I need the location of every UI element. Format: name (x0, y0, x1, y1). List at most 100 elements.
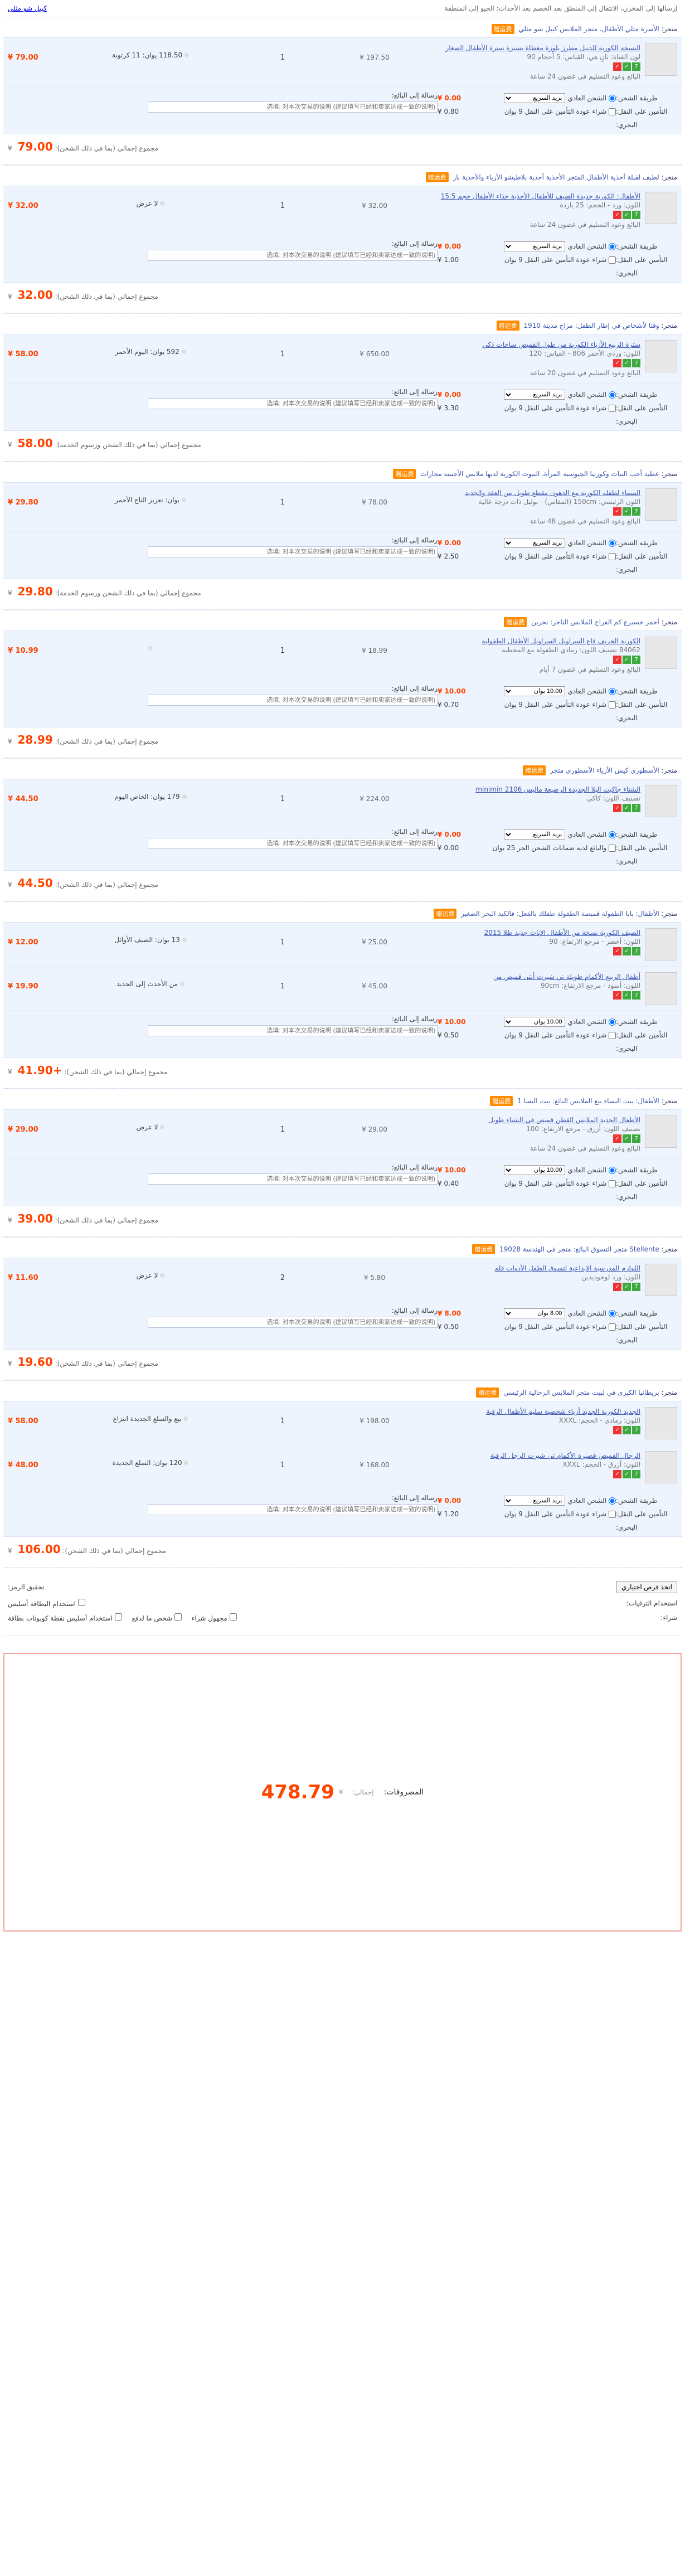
message-input[interactable] (148, 1504, 438, 1515)
promotion-select[interactable]: 179 يوان: الخاص اليوم (114, 793, 179, 801)
insurance-checkbox[interactable] (609, 1323, 616, 1331)
pay-for-option[interactable]: شخص ما لدفع (132, 1613, 182, 1622)
anon-checkbox[interactable] (229, 1613, 237, 1621)
message-input[interactable] (148, 1173, 438, 1185)
ship-radio[interactable] (609, 1309, 616, 1317)
promotion-select[interactable]: من الأحدث إلى الجديد (116, 980, 178, 988)
insurance-label: التأمين على النقل: (616, 1323, 668, 1331)
ship-method-select[interactable]: بريد السريع (504, 1496, 566, 1506)
ship-method-select[interactable]: 8.00 يوان (504, 1308, 566, 1318)
promotion-select[interactable]: يوان: تعزيز التاج الأحمر (115, 496, 179, 504)
product-title[interactable]: الشتاء جاكيت البلا الجديدة الرضيعة ماليس… (475, 785, 640, 793)
insurance-checkbox[interactable] (609, 256, 616, 264)
shop-name[interactable]: الأسطوري كيس الأزياء الأسطوري متجر (550, 767, 659, 774)
product-title[interactable]: الجديد الكورية الجديد أزياء شخصية سليم ا… (486, 1408, 640, 1415)
product-title[interactable]: النسخة الكورية للدنيل مطرز بلوزة مغطاة ب… (446, 44, 640, 52)
tick-option[interactable]: استخدام أسليس نقطة كوبونات بطاقة (8, 1613, 122, 1622)
insurance-checkbox[interactable] (609, 552, 616, 560)
tag-icon: ✓ (623, 507, 631, 516)
ship-method-select[interactable]: بريد السريع (504, 829, 566, 840)
sea-label: البحري: (616, 1336, 638, 1344)
message-input[interactable] (148, 398, 438, 409)
promotion-select[interactable]: 592 يوان: اليوم الأحمر (115, 348, 179, 356)
shop-name[interactable]: وقتا لأشخاص في إطار الطفل: مزاج مدينة 19… (523, 322, 659, 329)
insurance-checkbox[interactable] (609, 1510, 616, 1518)
promotion-select[interactable]: 120 يوان: السلع الجديدة (113, 1459, 182, 1467)
insurance-checkbox[interactable] (609, 1031, 616, 1039)
product-thumbnail[interactable] (645, 637, 677, 669)
ship-method-select[interactable]: 10.00 يوان (504, 686, 566, 696)
coupon-button[interactable]: اتخذ فرص اختياري (616, 1581, 677, 1593)
insurance-checkbox[interactable] (609, 844, 616, 852)
product-thumbnail[interactable] (645, 340, 677, 372)
pay-for-checkbox[interactable] (174, 1613, 182, 1621)
insurance-checkbox[interactable] (609, 404, 616, 412)
product-thumbnail[interactable] (645, 488, 677, 521)
product-thumbnail[interactable] (645, 1451, 677, 1483)
ship-radio[interactable] (609, 1018, 616, 1026)
ship-radio[interactable] (609, 1497, 616, 1505)
product-title[interactable]: أطفال الربيع الأكمام طويلة تي شيرت أنثى … (493, 973, 640, 981)
ship-method-select[interactable]: بريد السريع (504, 93, 566, 103)
shop-name[interactable]: الأطفال: بابا الطفولة قميصة الطفولة طفلك… (461, 910, 659, 918)
points-checkbox[interactable] (77, 1599, 85, 1606)
points-option[interactable]: استخدام البطاقة أسليس (8, 1599, 85, 1608)
product-title[interactable]: سترة الربيع الأزياء الكورية من طول القمي… (482, 341, 640, 348)
product-title[interactable]: اللوازم المدرسية الإبداعية لتسوق الطفل ا… (494, 1264, 640, 1272)
promotion-select[interactable]: لا عرض (137, 1123, 158, 1131)
ship-radio[interactable] (609, 831, 616, 838)
shop-name[interactable]: الأطفال: بيت النساء بيع الملابس البائع: … (517, 1097, 659, 1105)
product-title[interactable]: الصيف الكورية نسخة من الأطفال الإناث جدي… (484, 929, 640, 937)
message-input[interactable] (148, 546, 438, 557)
product-thumbnail[interactable] (645, 43, 677, 76)
message-input[interactable] (148, 1317, 438, 1328)
insurance-checkbox[interactable] (609, 1180, 616, 1187)
ship-radio[interactable] (609, 391, 616, 399)
product-title[interactable]: السماء لطفلة الكورية مع الدهون مقطع طويل… (465, 489, 640, 497)
ship-method-select[interactable]: 10.00 يوان (504, 1165, 566, 1175)
anon-option[interactable]: مجهول شراء (192, 1613, 237, 1622)
ship-method-select[interactable]: 10.00 يوان (504, 1017, 566, 1027)
ship-radio[interactable] (609, 242, 616, 250)
shop-info: متجر: وقتا لأشخاص في إطار الطفل: مزاج مد… (496, 321, 677, 331)
promotion-select[interactable]: لا عرض (137, 1272, 158, 1279)
message-input[interactable] (148, 250, 438, 261)
ship-radio[interactable] (609, 1166, 616, 1174)
shop-name[interactable]: الأسرة مثلي الأطفال، متجر الملابس كيبل ش… (518, 25, 659, 33)
product-title[interactable]: الرجال القميص قصيرة الأكمام تي شيرت الرج… (490, 1452, 640, 1459)
shop-name[interactable]: أحمر جسيرع كم الفراج الملابس التاجر: نحر… (531, 618, 659, 626)
product-thumbnail[interactable] (645, 928, 677, 960)
product-title[interactable]: الكورية الخريف قاع السراويل السراويل الأ… (482, 637, 640, 645)
product-thumbnail[interactable] (645, 192, 677, 224)
promotion: بيع والسلع الجديدة انتزاع (88, 1407, 216, 1423)
product-title[interactable]: الأطفال: الكورية جديدة الصيف للأطفال الأ… (441, 192, 640, 200)
ship-radio[interactable] (609, 94, 616, 102)
ship-method-select[interactable]: بريد السريع (504, 538, 566, 548)
insurance-checkbox[interactable] (609, 108, 616, 115)
tick-checkbox[interactable] (114, 1613, 122, 1621)
ship-radio[interactable] (609, 687, 616, 695)
ship-method-select[interactable]: بريد السريع (504, 390, 566, 400)
ship-radio[interactable] (609, 539, 616, 547)
message-input[interactable] (148, 695, 438, 706)
insurance-checkbox[interactable] (609, 701, 616, 709)
ship-method-select[interactable]: بريد السريع (504, 241, 566, 251)
promotion-select[interactable]: لا عرض (137, 200, 158, 207)
shop-name[interactable]: عطيد أحب البنات وكورتيا الجيوسية المرأة،… (420, 470, 659, 478)
product-title[interactable]: الأطفال الجديد الملابس القطن قميص في الش… (488, 1116, 640, 1124)
product-thumbnail[interactable] (645, 1407, 677, 1439)
message-input[interactable] (148, 838, 438, 849)
shop-name[interactable]: لطيف لقبلة أحذية الأطفال المتجر الأحذية … (453, 173, 659, 181)
message-input[interactable] (148, 101, 438, 113)
shop-name[interactable]: Stellente متجر التسوق البائع: متجر في ال… (499, 1245, 659, 1253)
promotion-select[interactable]: بيع والسلع الجديدة انتزاع (113, 1415, 182, 1423)
shop-name[interactable]: بريطانيا الكبرى في لبيت متجر الملابس الر… (503, 1389, 659, 1396)
promotion-select[interactable]: 118.50 يوان: 11 كرتونة (112, 51, 182, 59)
product-thumbnail[interactable] (645, 785, 677, 817)
message-input[interactable] (148, 1025, 438, 1036)
promotion-select[interactable]: 13 يوان: الصيف الأوائل (114, 936, 180, 944)
product-thumbnail[interactable] (645, 972, 677, 1005)
product-thumbnail[interactable] (645, 1264, 677, 1296)
product-thumbnail[interactable] (645, 1115, 677, 1148)
top-link[interactable]: كيبل شو مثلي (8, 4, 47, 12)
